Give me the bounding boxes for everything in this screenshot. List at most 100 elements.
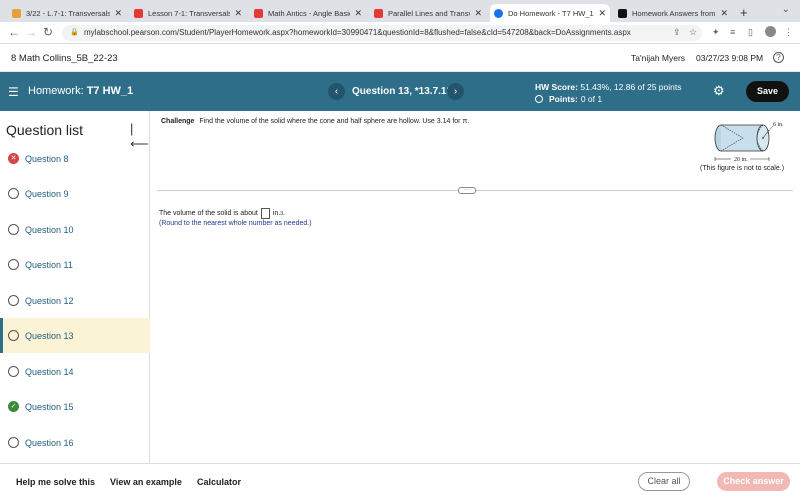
tab-title: Lesson 7-1: Transversals a xyxy=(148,8,231,18)
question-item-label: Question 12 xyxy=(25,295,74,306)
previous-question-button[interactable]: ‹ xyxy=(328,83,345,100)
tab-title: Do Homework - T7 HW_1 xyxy=(508,8,594,18)
question-item-15[interactable]: ✓ Question 15 xyxy=(0,389,150,424)
new-tab-button[interactable]: + xyxy=(740,5,748,20)
browser-tab[interactable]: Lesson 7-1: Transversals a ✕ xyxy=(130,4,246,22)
user-name: Ta'nijah Myers xyxy=(631,53,686,63)
tab-title: Parallel Lines and Transver xyxy=(388,8,471,18)
gear-icon[interactable]: ⚙ xyxy=(713,83,725,99)
hw-score-label: HW Score: xyxy=(535,82,578,92)
browser-tab[interactable]: Math Antics - Angle Basic ✕ xyxy=(250,4,366,22)
correct-check-icon: ✓ xyxy=(8,401,19,412)
question-item-label: Question 11 xyxy=(25,259,73,270)
question-item-label: Question 9 xyxy=(25,188,69,199)
answer-row: The volume of the solid is about in. 3. xyxy=(159,208,285,219)
pearson-icon xyxy=(494,8,503,18)
help-icon[interactable]: ? xyxy=(773,52,784,63)
points-circle-icon xyxy=(535,95,543,103)
answer-suffix: . xyxy=(283,210,285,217)
question-item-label: Question 8 xyxy=(25,153,69,164)
question-item-label: Question 14 xyxy=(25,366,74,377)
answer-input[interactable] xyxy=(260,208,270,219)
challenge-label: Challenge xyxy=(161,118,195,125)
close-icon[interactable]: ✕ xyxy=(234,8,242,19)
help-me-solve-button[interactable]: Help me solve this xyxy=(16,477,95,487)
menu-icon[interactable]: ☰ xyxy=(8,85,19,99)
browser-tab[interactable]: Homework Answers from E ✕ xyxy=(614,4,732,22)
browser-tab[interactable]: 3/22 - L.7-1: Transversals a ✕ xyxy=(8,4,126,22)
save-button[interactable]: Save xyxy=(746,81,789,102)
question-item-10[interactable]: Question 10 xyxy=(0,212,150,247)
question-text: Find the volume of the solid where the c… xyxy=(199,118,470,125)
course-header: 8 Math Collins_5B_22-23 Ta'nijah Myers 0… xyxy=(0,44,800,72)
youtube-icon xyxy=(374,8,383,18)
view-example-button[interactable]: View an example xyxy=(110,477,182,487)
hw-score-value: 51.43%, 12.86 of 25 points xyxy=(580,82,682,92)
homework-name: T7 HW_1 xyxy=(86,85,134,97)
forward-arrow-icon[interactable]: → xyxy=(25,25,37,39)
points-label: Points: xyxy=(549,94,578,104)
resize-handle-icon[interactable]: ··· xyxy=(458,187,476,194)
browser-tab-active[interactable]: Do Homework - T7 HW_1 ✕ xyxy=(490,4,610,22)
clear-all-button[interactable]: Clear all xyxy=(638,472,690,491)
check-answer-button[interactable]: Check answer xyxy=(717,472,790,491)
url-input[interactable]: mylabschool.pearson.com/Student/PlayerHo… xyxy=(62,25,702,41)
question-item-label: Question 16 xyxy=(25,437,74,448)
share-icon[interactable]: ⇪ xyxy=(673,27,681,38)
media-icon[interactable]: ≡ xyxy=(730,27,735,37)
sidepanel-icon[interactable]: ▯ xyxy=(748,27,753,38)
youtube-icon xyxy=(134,8,143,18)
next-question-button[interactable]: › xyxy=(447,83,464,100)
answer-unit: in. xyxy=(272,210,281,217)
question-item-13-current[interactable]: Question 13 xyxy=(0,318,150,353)
length-label: 20 in. xyxy=(734,157,748,163)
question-item-9[interactable]: Question 9 xyxy=(0,176,150,211)
homework-bar: ☰ Homework: T7 HW_1 ‹ Question 13, *13.7… xyxy=(0,72,800,111)
points-value: 0 of 1 xyxy=(580,94,603,104)
question-item-12[interactable]: Question 12 xyxy=(0,283,150,318)
question-item-label: Question 15 xyxy=(25,401,74,412)
unanswered-icon xyxy=(8,188,19,199)
tab-favicon-icon xyxy=(618,8,627,18)
question-list-title: Question list xyxy=(6,122,84,138)
question-panel: Challenge Find the volume of the solid w… xyxy=(150,111,800,463)
kebab-menu-icon[interactable]: ⋮ xyxy=(784,27,793,38)
close-icon[interactable]: ✕ xyxy=(114,8,122,19)
answer-prefix: The volume of the solid is about xyxy=(159,210,258,217)
question-item-16[interactable]: Question 16 xyxy=(0,425,150,460)
question-item-11[interactable]: Question 11 xyxy=(0,247,150,282)
unanswered-icon xyxy=(8,224,19,235)
browser-tab-bar: 3/22 - L.7-1: Transversals a ✕ Lesson 7-… xyxy=(0,0,800,22)
question-item-14[interactable]: Question 14 xyxy=(0,354,150,389)
tab-favicon-icon xyxy=(12,8,21,18)
browser-tab[interactable]: Parallel Lines and Transver ✕ xyxy=(370,4,486,22)
unanswered-icon xyxy=(8,437,19,448)
address-bar-row: ← → ↻ mylabschool.pearson.com/Student/Pl… xyxy=(0,22,800,44)
tab-title: Math Antics - Angle Basic xyxy=(268,8,351,18)
unanswered-icon xyxy=(8,330,19,341)
close-icon[interactable]: ✕ xyxy=(720,8,728,19)
tab-search-icon[interactable]: ⌄ xyxy=(782,4,790,15)
close-icon[interactable]: ✕ xyxy=(474,8,482,19)
question-item-8[interactable]: ✕ Question 8 xyxy=(0,141,150,176)
calculator-button[interactable]: Calculator xyxy=(197,477,241,487)
close-icon[interactable]: ✕ xyxy=(354,8,362,19)
bottom-toolbar: Help me solve this View an example Calcu… xyxy=(0,463,800,500)
question-list-sidebar: Question list |⟵ ✕ Question 8 Question 9… xyxy=(0,111,150,463)
current-datetime: 03/27/23 9:08 PM xyxy=(696,53,764,63)
points: Points: 0 of 1 xyxy=(535,94,602,104)
youtube-icon xyxy=(254,8,263,18)
back-arrow-icon[interactable]: ← xyxy=(8,25,20,39)
homework-title: Homework: T7 HW_1 xyxy=(28,85,133,97)
lock-icon[interactable]: 🔒 xyxy=(70,28,79,36)
question-item-label: Question 13 xyxy=(25,330,74,341)
profile-avatar[interactable] xyxy=(765,26,776,37)
extensions-icon[interactable]: ✦ xyxy=(712,27,720,38)
tab-title: Homework Answers from E xyxy=(632,8,717,18)
incorrect-icon: ✕ xyxy=(8,153,19,164)
unanswered-icon xyxy=(8,295,19,306)
bookmark-star-icon[interactable]: ☆ xyxy=(689,27,697,38)
close-icon[interactable]: ✕ xyxy=(598,8,606,19)
reload-icon[interactable]: ↻ xyxy=(43,25,53,39)
question-item-label: Question 10 xyxy=(25,224,74,235)
